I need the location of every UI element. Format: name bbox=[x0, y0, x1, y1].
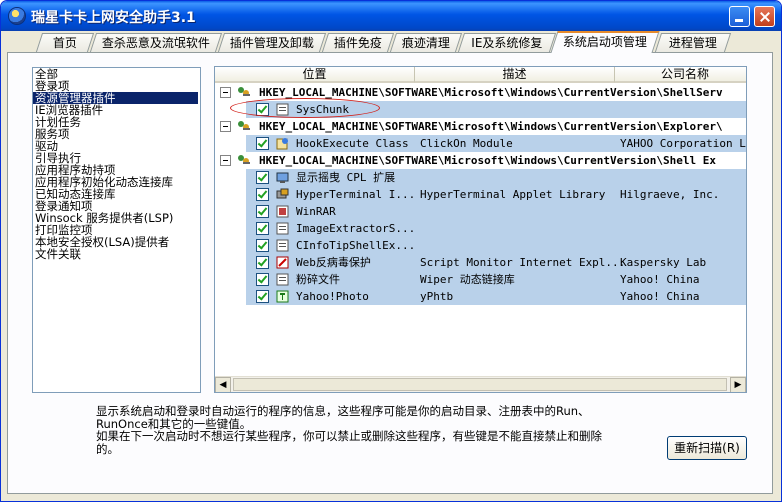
item-name: WinRAR bbox=[296, 205, 336, 218]
item-name: Web反病毒保护 bbox=[296, 256, 371, 269]
table-row[interactable]: 显示摇曳 CPL 扩展 bbox=[246, 169, 746, 186]
registry-key-path: HKEY_LOCAL_MACHINE\SOFTWARE\Microsoft\Wi… bbox=[259, 120, 723, 133]
registry-group-row[interactable]: HKEY_LOCAL_MACHINE\SOFTWARE\Microsoft\Wi… bbox=[215, 118, 746, 135]
column-header-location[interactable]: 位置 bbox=[215, 67, 415, 83]
enable-checkbox[interactable] bbox=[256, 256, 269, 269]
item-description: HyperTerminal Applet Library bbox=[420, 188, 606, 201]
tab-process-manager[interactable]: 进程管理 bbox=[654, 33, 732, 52]
category-item[interactable]: 文件关联 bbox=[33, 248, 200, 260]
item-company: Hilgraeve, Inc. bbox=[620, 188, 720, 201]
item-name: Yahoo!Photo bbox=[296, 290, 369, 303]
tab-plugin-immunity[interactable]: 插件免疫 bbox=[321, 33, 395, 52]
registry-key-icon bbox=[238, 121, 250, 130]
enable-checkbox[interactable] bbox=[256, 137, 269, 150]
enable-checkbox[interactable] bbox=[256, 171, 269, 184]
main-window: 瑞星卡卡上网安全助手3.1 首页 查杀恶意及流氓软件 插件管理及卸载 插件免疫 … bbox=[0, 0, 782, 502]
item-name: HookExecute Class bbox=[296, 137, 409, 150]
item-description: Wiper 动态链接库 bbox=[420, 273, 515, 286]
rescan-button[interactable]: 重新扫描(R) bbox=[667, 436, 747, 460]
hyperterminal-icon bbox=[276, 188, 289, 199]
registry-key-path: HKEY_LOCAL_MACHINE\SOFTWARE\Microsoft\Wi… bbox=[259, 154, 716, 167]
table-row[interactable]: HookExecute Class ClickOn Module YAHOO C… bbox=[246, 135, 747, 152]
item-name: ImageExtractorS... bbox=[296, 222, 416, 235]
item-description: ClickOn Module bbox=[420, 137, 513, 150]
title-bar[interactable]: 瑞星卡卡上网安全助手3.1 bbox=[1, 1, 781, 31]
red-circle-annotation bbox=[230, 98, 380, 118]
file-icon bbox=[276, 273, 289, 286]
file-icon bbox=[276, 222, 289, 235]
kaspersky-shield-icon bbox=[276, 256, 289, 269]
enable-checkbox[interactable] bbox=[256, 290, 269, 303]
scroll-right-icon[interactable]: ▶ bbox=[730, 377, 746, 392]
table-row[interactable]: Yahoo!Photo yPhtb Yahoo! China bbox=[246, 288, 746, 305]
info-text: 显示系统启动和登录时自动运行的程序的信息，这些程序可能是你的启动目录、注册表中的… bbox=[96, 404, 602, 456]
registry-key-icon bbox=[238, 155, 250, 164]
scroll-left-icon[interactable]: ◀ bbox=[215, 377, 231, 392]
category-item[interactable]: 服务项 bbox=[33, 128, 200, 140]
collapse-icon[interactable] bbox=[220, 155, 231, 166]
app-logo-icon bbox=[9, 8, 25, 24]
item-description: yPhtb bbox=[420, 290, 454, 303]
item-description: Script Monitor Internet Expl... bbox=[420, 256, 626, 269]
tab-trace-cleanup[interactable]: 痕迹清理 bbox=[389, 33, 463, 52]
item-name: 粉碎文件 bbox=[296, 273, 340, 286]
item-name: CInfoTipShellEx... bbox=[296, 239, 416, 252]
winrar-icon bbox=[276, 205, 289, 218]
tab-home[interactable]: 首页 bbox=[35, 33, 95, 52]
table-row[interactable]: Web反病毒保护 Script Monitor Internet Expl...… bbox=[246, 254, 746, 271]
item-company: YAHOO Corporation Lim bbox=[620, 137, 747, 150]
item-company: Yahoo! China bbox=[620, 290, 700, 303]
item-name: 显示摇曳 CPL 扩展 bbox=[296, 171, 396, 184]
collapse-icon[interactable] bbox=[220, 87, 231, 98]
yahoo-photo-icon bbox=[276, 290, 289, 303]
minimize-button[interactable] bbox=[729, 6, 750, 27]
item-company: Yahoo! China bbox=[620, 273, 700, 286]
tab-bar: 首页 查杀恶意及流氓软件 插件管理及卸载 插件免疫 痕迹清理 IE及系统修复 系… bbox=[1, 31, 781, 53]
tab-ie-repair[interactable]: IE及系统修复 bbox=[457, 33, 557, 52]
collapse-icon[interactable] bbox=[220, 121, 231, 132]
close-button[interactable] bbox=[754, 6, 775, 27]
enable-checkbox[interactable] bbox=[256, 205, 269, 218]
window-title: 瑞星卡卡上网安全助手3.1 bbox=[31, 10, 196, 26]
display-icon bbox=[276, 172, 289, 183]
column-header-description[interactable]: 描述 bbox=[415, 67, 615, 83]
table-row[interactable]: WinRAR bbox=[246, 203, 746, 220]
scroll-thumb[interactable] bbox=[233, 378, 727, 391]
table-row[interactable]: ImageExtractorS... bbox=[246, 220, 746, 237]
category-list[interactable]: 全部 登录项 资源管理器插件 IE浏览器插件 计划任务 服务项 驱动 引导执行 … bbox=[32, 67, 201, 393]
table-row[interactable]: HyperTerminal I... HyperTerminal Applet … bbox=[246, 186, 746, 203]
table-row[interactable]: 粉碎文件 Wiper 动态链接库 Yahoo! China bbox=[246, 271, 746, 288]
registry-group-row[interactable]: HKEY_LOCAL_MACHINE\SOFTWARE\Microsoft\Wi… bbox=[215, 152, 746, 169]
enable-checkbox[interactable] bbox=[256, 239, 269, 252]
item-name: HyperTerminal I... bbox=[296, 188, 416, 201]
table-row[interactable]: CInfoTipShellEx... bbox=[246, 237, 746, 254]
enable-checkbox[interactable] bbox=[256, 188, 269, 201]
file-icon bbox=[276, 239, 289, 252]
plugin-icon bbox=[276, 138, 288, 150]
item-company: Kaspersky Lab bbox=[620, 256, 707, 269]
tab-malware-scan[interactable]: 查杀恶意及流氓软件 bbox=[89, 33, 223, 52]
enable-checkbox[interactable] bbox=[256, 222, 269, 235]
enable-checkbox[interactable] bbox=[256, 273, 269, 286]
tab-plugin-manager[interactable]: 插件管理及卸载 bbox=[217, 33, 327, 52]
tab-startup-manager[interactable]: 系统启动项管理 bbox=[550, 31, 660, 53]
registry-key-icon bbox=[238, 87, 250, 96]
column-header-company[interactable]: 公司名称 bbox=[615, 67, 746, 83]
horizontal-scrollbar[interactable]: ◀ ▶ bbox=[215, 376, 746, 392]
